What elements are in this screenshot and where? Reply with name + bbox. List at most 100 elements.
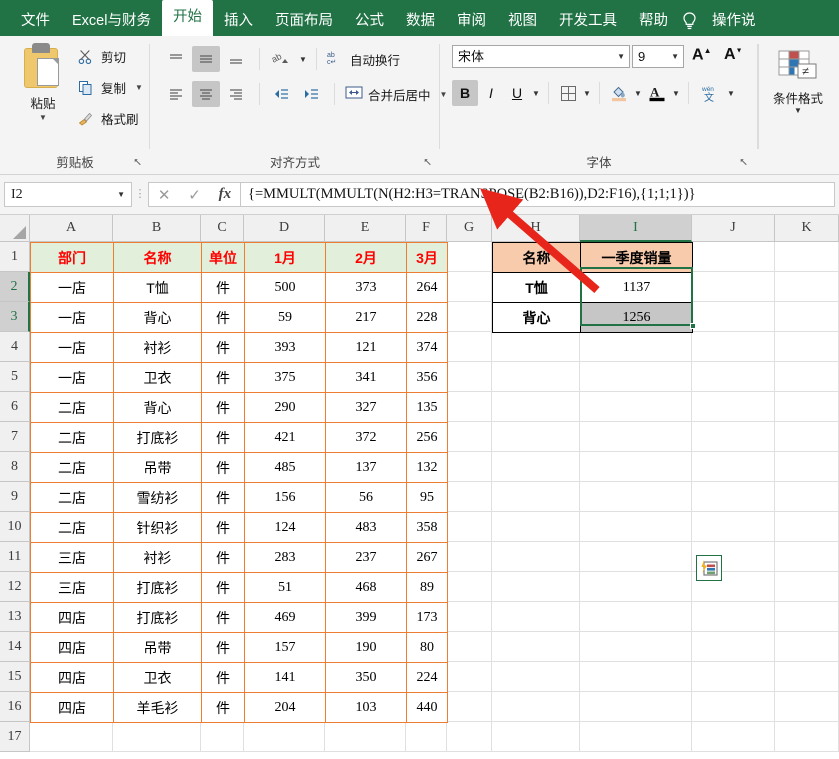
grid-cell[interactable]: [113, 722, 201, 752]
table-data-cell[interactable]: 件: [201, 632, 245, 663]
table-data-cell[interactable]: 衬衫: [113, 332, 202, 363]
table-data-cell[interactable]: 件: [201, 302, 245, 333]
tab-home[interactable]: 开始: [161, 0, 213, 36]
column-header-a[interactable]: A: [30, 215, 113, 241]
grid-cell[interactable]: [580, 542, 692, 572]
cut-button[interactable]: 剪切: [78, 47, 126, 66]
row-header-16[interactable]: 16: [0, 692, 30, 722]
row-header-5[interactable]: 5: [0, 362, 30, 392]
table-data-cell[interactable]: 件: [201, 482, 245, 513]
grid-cell[interactable]: [492, 662, 580, 692]
tab-page-layout[interactable]: 页面布局: [264, 6, 344, 36]
tab-developer[interactable]: 开发工具: [548, 6, 628, 36]
grid-cell[interactable]: [775, 422, 839, 452]
table-data-cell[interactable]: 373: [325, 272, 407, 303]
grid-cell[interactable]: [580, 362, 692, 392]
table-data-cell[interactable]: 468: [325, 572, 407, 603]
row-header-8[interactable]: 8: [0, 452, 30, 482]
grid-cell[interactable]: [580, 482, 692, 512]
grid-cell[interactable]: [492, 452, 580, 482]
table-data-cell[interactable]: 件: [201, 602, 245, 633]
table-data-cell[interactable]: 51: [244, 572, 326, 603]
grid-cell[interactable]: [447, 572, 492, 602]
table-header-cell[interactable]: 单位: [201, 242, 245, 273]
grid-cell[interactable]: [244, 722, 325, 752]
table-data-cell[interactable]: 341: [325, 362, 407, 393]
column-header-d[interactable]: D: [244, 215, 325, 241]
fill-color-caret-icon[interactable]: ▼: [632, 89, 644, 98]
row-header-17[interactable]: 17: [0, 722, 30, 752]
column-header-f[interactable]: F: [406, 215, 447, 241]
table-data-cell[interactable]: 件: [201, 332, 245, 363]
grid-cell[interactable]: [447, 392, 492, 422]
decrease-font-size-button[interactable]: A▼: [724, 46, 743, 64]
fill-color-button[interactable]: [606, 80, 632, 106]
grid-cell[interactable]: [447, 272, 492, 302]
merge-center-button[interactable]: 合并后居中 ▼: [345, 85, 447, 104]
grid-cell[interactable]: [492, 482, 580, 512]
table-data-cell[interactable]: 四店: [30, 632, 114, 663]
underline-caret-icon[interactable]: ▼: [530, 89, 542, 98]
tab-excel-finance[interactable]: Excel与财务: [61, 6, 162, 36]
table-data-cell[interactable]: 件: [201, 452, 245, 483]
table-header-cell[interactable]: 1月: [244, 242, 326, 273]
row-header-1[interactable]: 1: [0, 242, 30, 272]
grid-cell[interactable]: [692, 602, 775, 632]
table-data-cell[interactable]: 141: [244, 662, 326, 693]
conditional-formatting-label[interactable]: 条件格式: [758, 88, 838, 107]
grid-cell[interactable]: [580, 452, 692, 482]
table-data-cell[interactable]: 327: [325, 392, 407, 423]
table-data-cell[interactable]: 399: [325, 602, 407, 633]
table-data-cell[interactable]: 372: [325, 422, 407, 453]
decrease-indent-button[interactable]: [267, 81, 295, 107]
font-name-input[interactable]: 宋体 ▼: [452, 45, 630, 68]
phonetic-guide-button[interactable]: wén 文: [695, 80, 725, 106]
tab-view[interactable]: 视图: [497, 6, 548, 36]
borders-button[interactable]: [555, 80, 581, 106]
table-data-cell[interactable]: 卫衣: [113, 362, 202, 393]
table-data-cell[interactable]: 针织衫: [113, 512, 202, 543]
grid-cell[interactable]: [775, 392, 839, 422]
table-data-cell[interactable]: 打底衫: [113, 422, 202, 453]
conditional-formatting-caret-icon[interactable]: ▼: [758, 106, 838, 115]
column-header-c[interactable]: C: [201, 215, 244, 241]
tab-help[interactable]: 帮助: [628, 6, 679, 36]
table-data-cell[interactable]: 件: [201, 512, 245, 543]
tab-formulas[interactable]: 公式: [344, 6, 395, 36]
row-header-13[interactable]: 13: [0, 602, 30, 632]
grid-cell[interactable]: [447, 602, 492, 632]
grid-cell[interactable]: [492, 362, 580, 392]
table-data-cell[interactable]: 件: [201, 392, 245, 423]
grid-cell[interactable]: [492, 332, 580, 362]
table-data-cell[interactable]: 393: [244, 332, 326, 363]
grid-cell[interactable]: [580, 332, 692, 362]
grid-cell[interactable]: [692, 512, 775, 542]
table-data-cell[interactable]: 件: [201, 662, 245, 693]
grid-cell[interactable]: [775, 452, 839, 482]
column-header-g[interactable]: G: [447, 215, 492, 241]
grid-cell[interactable]: [492, 722, 580, 752]
table-data-cell[interactable]: 124: [244, 512, 326, 543]
paste-button[interactable]: 粘贴 ▼: [14, 42, 72, 122]
table-data-cell[interactable]: 56: [325, 482, 407, 513]
grid-cell[interactable]: [692, 692, 775, 722]
formula-input[interactable]: {=MMULT(MMULT(N(H2:H3=TRANSPOSE(B2:B16))…: [241, 182, 835, 207]
grid-cell[interactable]: [492, 602, 580, 632]
table-data-cell[interactable]: 件: [201, 692, 245, 723]
grid-cell[interactable]: [775, 482, 839, 512]
table-data-cell[interactable]: 一店: [30, 272, 114, 303]
grid-cell[interactable]: [775, 572, 839, 602]
table-data-cell[interactable]: 吊带: [113, 452, 202, 483]
row-header-9[interactable]: 9: [0, 482, 30, 512]
align-left-button[interactable]: [162, 81, 190, 107]
grid-cell[interactable]: [692, 302, 775, 332]
table-data-cell[interactable]: 483: [325, 512, 407, 543]
table-data-cell[interactable]: 469: [244, 602, 326, 633]
table-data-cell[interactable]: 157: [244, 632, 326, 663]
row-header-12[interactable]: 12: [0, 572, 30, 602]
table-data-cell[interactable]: 羊毛衫: [113, 692, 202, 723]
row-header-4[interactable]: 4: [0, 332, 30, 362]
grid-cell[interactable]: [775, 512, 839, 542]
table-data-cell[interactable]: 件: [201, 572, 245, 603]
table-header-cell[interactable]: 名称: [113, 242, 202, 273]
